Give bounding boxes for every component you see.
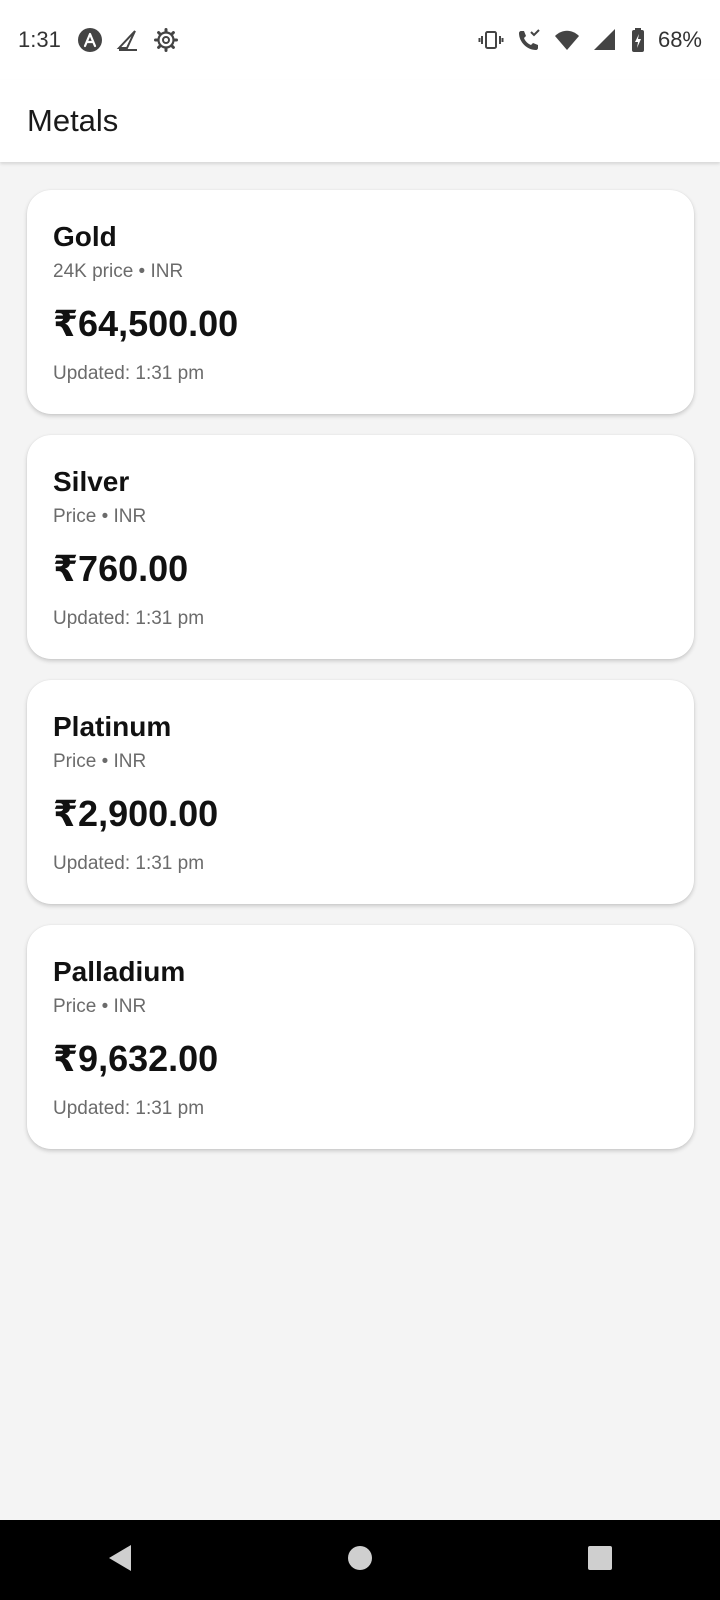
metal-price: ₹760.00 [53,548,189,589]
back-button[interactable] [90,1530,150,1590]
metal-name: Gold [53,221,117,252]
recents-button[interactable] [570,1530,630,1590]
metal-card-palladium[interactable]: Palladium Price • INR ₹9,632.00 Updated:… [27,925,694,1149]
metal-updated-time: Updated: 1:31 pm [53,853,205,874]
signal-icon [592,27,618,53]
metal-name: Platinum [53,711,172,742]
kite-icon [115,27,141,53]
vibrate-icon [478,27,504,53]
metal-subtitle: 24K price • INR [53,261,184,282]
wifi-calling-icon [516,27,542,53]
metal-price: ₹64,500.00 [53,303,239,344]
back-icon [106,1543,134,1578]
settings-icon [153,27,179,53]
metal-subtitle: Price • INR [53,506,147,527]
metal-card-gold[interactable]: Gold 24K price • INR ₹64,500.00 Updated:… [27,190,694,414]
metal-name: Silver [53,466,130,497]
status-bar: 1:31 68% [0,0,720,80]
app-bar: Metals [0,80,720,162]
metal-updated-time: Updated: 1:31 pm [53,608,205,629]
wifi-icon [554,27,580,53]
metal-subtitle: Price • INR [53,996,147,1017]
app-a-icon [77,27,103,53]
metal-subtitle: Price • INR [53,751,147,772]
battery-icon [630,27,646,53]
status-time: 1:31 [18,27,61,52]
metal-name: Palladium [53,956,186,987]
metal-updated-time: Updated: 1:31 pm [53,1098,205,1119]
navigation-bar [0,1520,720,1600]
status-right: 68% [478,27,702,53]
home-button[interactable] [330,1530,390,1590]
recents-icon [587,1545,613,1576]
metal-card-platinum[interactable]: Platinum Price • INR ₹2,900.00 Updated: … [27,680,694,904]
page-title: Metals [27,103,119,138]
metal-card-silver[interactable]: Silver Price • INR ₹760.00 Updated: 1:31… [27,435,694,659]
status-left: 1:31 [18,27,179,53]
metal-updated-time: Updated: 1:31 pm [53,363,205,384]
metal-price: ₹9,632.00 [53,1038,219,1079]
metal-card-list: Gold 24K price • INR ₹64,500.00 Updated:… [27,190,694,1170]
home-icon [347,1545,373,1576]
metal-price: ₹2,900.00 [53,793,219,834]
battery-percentage: 68% [657,27,702,52]
